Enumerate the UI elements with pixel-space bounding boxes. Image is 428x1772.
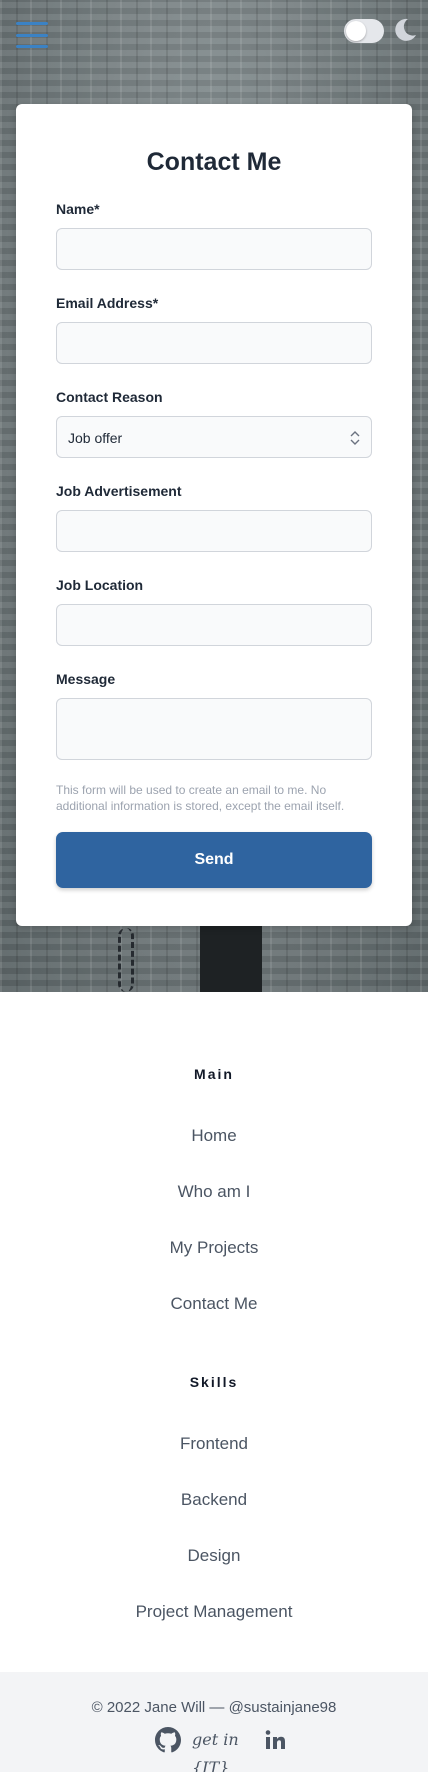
contact-reason-select[interactable]: Job offer <box>56 416 372 458</box>
contact-card: Contact Me Name* Email Address* Contact … <box>16 104 412 926</box>
nav-link-frontend[interactable]: Frontend <box>0 1433 428 1455</box>
github-icon[interactable] <box>155 1726 181 1754</box>
job-advertisement-field[interactable] <box>56 510 372 552</box>
nav-link-contact-me[interactable]: Contact Me <box>0 1293 428 1315</box>
name-label: Name* <box>56 201 100 217</box>
send-button[interactable]: Send <box>56 832 372 888</box>
name-field[interactable] <box>56 228 372 270</box>
nav-link-design[interactable]: Design <box>0 1545 428 1567</box>
nav-heading-main: Main <box>194 1066 234 1082</box>
nav-link-backend[interactable]: Backend <box>0 1489 428 1511</box>
nav-link-home[interactable]: Home <box>0 1125 428 1147</box>
copyright-text: © 2022 Jane Will — @sustainjane98 <box>91 1699 337 1716</box>
job-advertisement-label: Job Advertisement <box>56 483 182 499</box>
toggle-knob <box>346 21 366 41</box>
email-label: Email Address* <box>56 295 159 311</box>
linkedin-icon[interactable] <box>264 1726 286 1754</box>
message-label: Message <box>56 671 116 687</box>
nav-link-who-am-i[interactable]: Who am I <box>0 1181 428 1203</box>
background-cord <box>118 928 134 992</box>
hamburger-menu-icon[interactable] <box>16 22 48 48</box>
getinit-logo-icon[interactable]: get in {IT} <box>192 1726 254 1772</box>
email-field[interactable] <box>56 322 372 364</box>
page-title: Contact Me <box>146 148 282 176</box>
nav-link-my-projects[interactable]: My Projects <box>0 1237 428 1259</box>
job-location-field[interactable] <box>56 604 372 646</box>
theme-toggle[interactable] <box>344 19 384 43</box>
site-footer: © 2022 Jane Will — @sustainjane98 get in… <box>0 1672 428 1772</box>
moon-icon <box>395 18 416 41</box>
form-disclaimer: This form will be used to create an emai… <box>56 783 345 813</box>
contact-reason-label: Contact Reason <box>56 389 163 405</box>
job-location-label: Job Location <box>56 577 144 593</box>
nav-heading-skills: Skills <box>189 1374 239 1390</box>
nav-link-project-management[interactable]: Project Management <box>0 1601 428 1623</box>
message-field[interactable] <box>56 698 372 760</box>
select-chevrons-icon <box>350 431 360 445</box>
background-post <box>200 920 262 992</box>
contact-reason-value: Job offer <box>68 430 123 446</box>
